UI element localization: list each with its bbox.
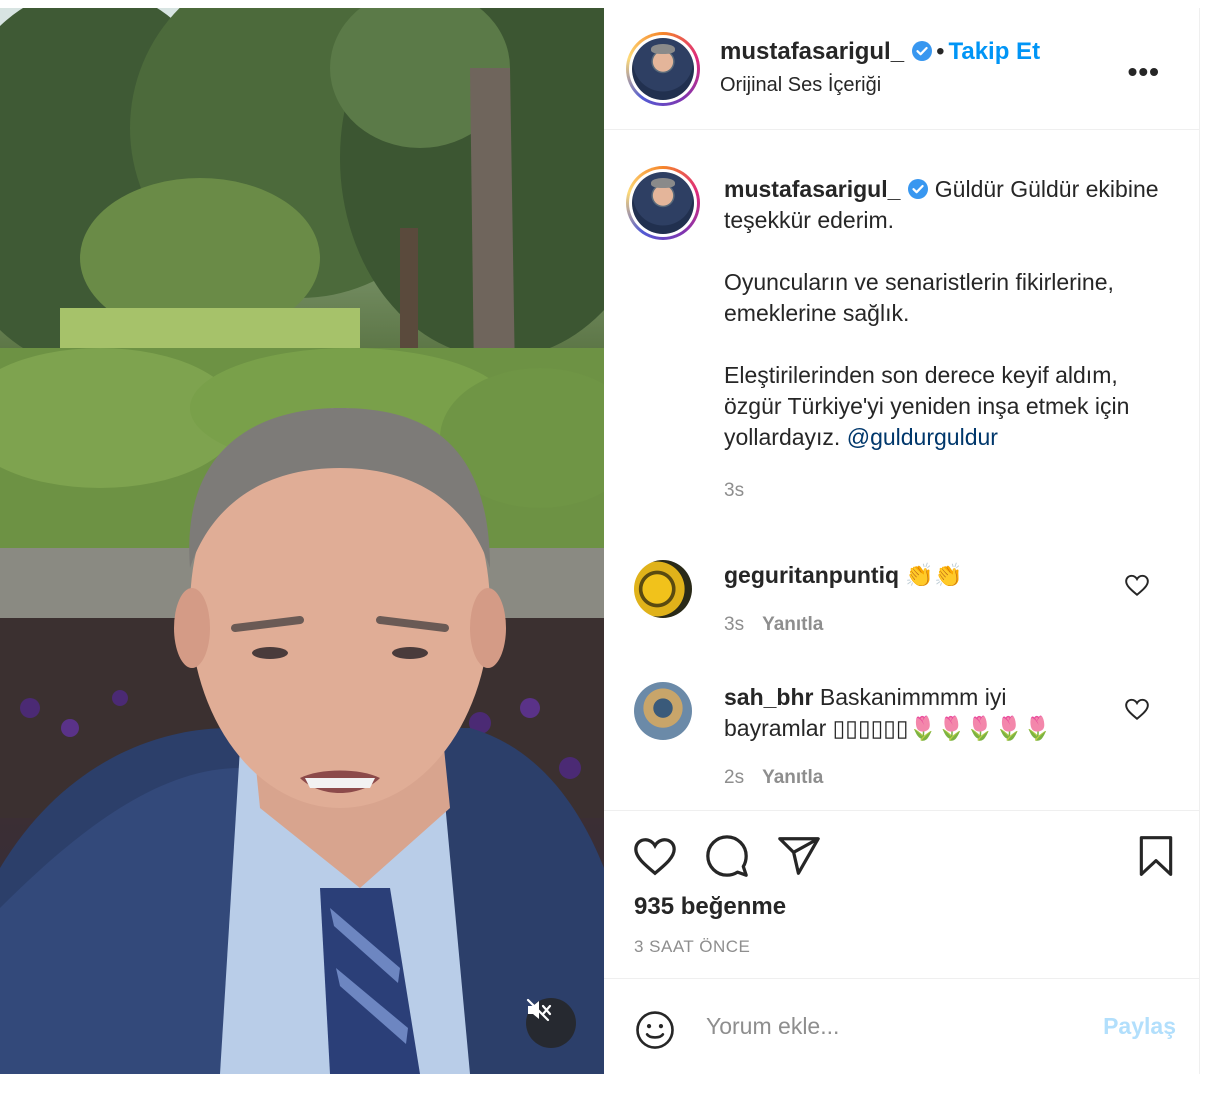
- caption-author-avatar[interactable]: [626, 166, 700, 240]
- speaker-muted-icon: [526, 998, 552, 1022]
- comment-username[interactable]: geguritanpuntiq: [724, 562, 899, 588]
- post-caption: mustafasarigul_ Güldür Güldür ekibine te…: [724, 174, 1174, 506]
- comment-input[interactable]: Yorum ekle...: [706, 1013, 839, 1040]
- comment-item: sah_bhr Baskanimmmm iyi bayramlar ▯▯▯▯▯▯…: [724, 682, 1114, 793]
- comment-text: 👏👏: [905, 562, 963, 588]
- audio-label[interactable]: Orijinal Ses İçeriği: [720, 74, 881, 97]
- heart-icon[interactable]: [1124, 572, 1150, 598]
- video-frame: [0, 8, 604, 1074]
- author-avatar[interactable]: [626, 32, 700, 106]
- post-panel: mustafasarigul_ • Takip Et Orijinal Ses İç…: [604, 8, 1200, 1074]
- reply-button[interactable]: Yanıtla: [762, 614, 823, 635]
- reply-button[interactable]: Yanıtla: [762, 767, 823, 788]
- caption-time[interactable]: 3s: [724, 475, 1174, 506]
- heart-icon[interactable]: [632, 833, 678, 879]
- verified-badge-icon: [912, 41, 933, 61]
- post-video[interactable]: [0, 8, 604, 1074]
- comment-icon[interactable]: [704, 833, 750, 879]
- post-header: mustafasarigul_ • Takip Et Orijinal Ses İç…: [604, 8, 1200, 130]
- caption-line-2: Oyuncuların ve senaristlerin fikirlerine…: [724, 269, 1114, 326]
- comment-time[interactable]: 3s: [724, 614, 744, 635]
- emoji-icon[interactable]: [634, 1009, 676, 1051]
- comment-time[interactable]: 2s: [724, 767, 744, 788]
- bookmark-icon[interactable]: [1134, 833, 1178, 879]
- comment-item: geguritanpuntiq 👏👏 3s Yanıtla: [724, 560, 1114, 640]
- caption-username[interactable]: mustafasarigul_: [724, 176, 900, 202]
- verified-badge-icon: [908, 179, 929, 199]
- author-username[interactable]: mustafasarigul_: [720, 38, 904, 65]
- commenter-avatar[interactable]: [634, 560, 692, 618]
- commenter-avatar[interactable]: [634, 682, 692, 740]
- heart-icon[interactable]: [1124, 696, 1150, 722]
- mute-toggle-button[interactable]: [526, 998, 576, 1048]
- header-title-row: mustafasarigul_ • Takip Et: [720, 38, 1040, 66]
- share-icon[interactable]: [776, 833, 822, 879]
- post-timestamp[interactable]: 3 SAAT ÖNCE: [634, 937, 750, 957]
- post-actions: 935 beğenme 3 SAAT ÖNCE: [604, 810, 1200, 980]
- separator-dot: •: [936, 38, 945, 65]
- follow-button[interactable]: Takip Et: [948, 38, 1040, 65]
- post-comment-button[interactable]: Paylaş: [1103, 1013, 1176, 1040]
- add-comment-bar: Yorum ekle... Paylaş: [604, 978, 1200, 1074]
- comments-section: mustafasarigul_ Güldür Güldür ekibine te…: [604, 130, 1200, 810]
- more-options-icon[interactable]: •••: [1128, 56, 1160, 88]
- likes-count[interactable]: 935 beğenme: [634, 893, 786, 921]
- caption-mention-link[interactable]: @guldurguldur: [847, 424, 998, 450]
- comment-username[interactable]: sah_bhr: [724, 684, 813, 710]
